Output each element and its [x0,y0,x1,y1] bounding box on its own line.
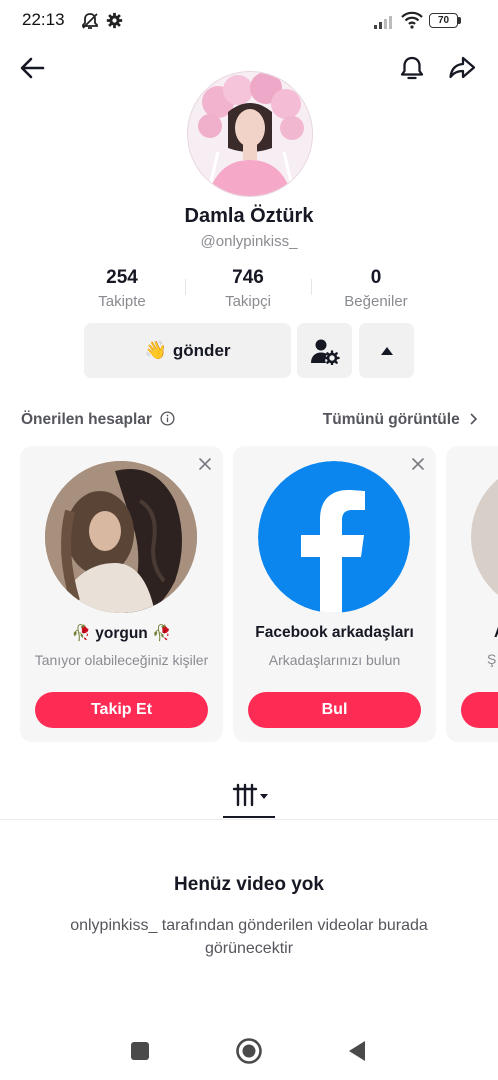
back-button[interactable] [14,50,50,86]
back-arrow-icon [20,57,45,79]
tab-divider [0,819,498,820]
close-icon[interactable] [197,456,213,472]
signal-icon [374,16,392,29]
back-nav-button[interactable] [342,1036,372,1066]
suggestion-subtitle: Ş [487,651,497,667]
mute-icon [82,13,98,29]
wave-emoji: 👋 [144,340,167,360]
suggestion-name: 🥀 yorgun 🥀 [71,625,172,642]
suggested-accounts-label: Önerilen hesaplar [21,411,152,428]
stat-divider [311,279,312,295]
empty-state-description: onlypinkiss_ tarafından gönderilen video… [70,917,428,957]
stat-following[interactable]: 254 Takipte [67,267,177,310]
send-message-button[interactable]: 👋 gönder [84,323,291,378]
share-icon [449,56,476,79]
send-label: gönder [172,340,231,360]
suggestion-card[interactable]: A Ş [446,446,498,742]
suggestion-card[interactable]: 🥀 yorgun 🥀 Tanıyor olabileceğiniz kişile… [20,446,223,742]
stat-followers[interactable]: 746 Takipçi [193,267,303,310]
suggestion-name: Facebook arkadaşları [255,624,414,641]
status-time: 22:13 [22,10,65,29]
see-all-label: Tümünü görüntüle [322,411,460,428]
avatar-photo [188,72,312,196]
stat-label: Takipte [98,293,146,310]
battery-icon: 70 [429,13,458,28]
recent-apps-button[interactable] [125,1036,155,1066]
stat-value: 746 [232,267,264,288]
battery-tip [458,17,461,24]
profile-avatar[interactable] [187,71,313,197]
stat-likes[interactable]: 0 Beğeniler [321,267,431,310]
expand-suggestions-button[interactable] [359,323,414,378]
stat-divider [185,279,186,295]
stat-value: 254 [106,267,138,288]
avatar-photo [45,461,197,613]
add-friend-button[interactable] [297,323,352,378]
chevron-right-icon [470,413,478,425]
gear-icon [106,12,123,29]
empty-state-title: Henüz video yok [174,874,324,895]
wifi-icon [401,11,423,29]
recent-apps-icon [131,1042,149,1060]
person-settings-icon [310,339,340,365]
suggestion-name: A [494,624,498,642]
back-icon [349,1041,365,1061]
videos-tab[interactable] [223,780,275,810]
status-bar: 22:13 70 [0,0,498,44]
suggestion-avatar[interactable] [471,461,498,613]
find-button[interactable]: Bul [248,692,421,728]
share-button[interactable] [444,50,480,86]
notification-button[interactable] [394,50,430,86]
close-icon[interactable] [410,456,426,472]
suggestion-subtitle: Arkadaşlarınızı bulun [268,652,401,668]
suggestion-card[interactable]: Facebook arkadaşları Arkadaşlarınızı bul… [233,446,436,742]
facebook-icon [258,461,410,613]
stat-label: Takipçi [225,293,271,310]
home-button[interactable] [234,1036,264,1066]
caret-up-icon [380,346,393,355]
info-icon[interactable] [160,411,175,426]
follow-button[interactable]: Takip Et [35,692,208,728]
stat-value: 0 [370,267,382,288]
profile-name: Damla Öztürk [184,205,314,227]
video-grid-icon [232,783,268,807]
see-all-link[interactable]: Tümünü görüntüle [323,411,478,429]
suggested-accounts-title: Önerilen hesaplar [21,411,175,429]
follow-button[interactable] [461,692,498,728]
profile-handle: @onlypinkiss_ [200,233,298,250]
stat-label: Beğeniler [344,293,408,310]
battery-level: 70 [437,15,450,26]
active-tab-indicator [223,816,275,818]
facebook-logo[interactable] [258,461,410,613]
suggestion-avatar[interactable] [45,461,197,613]
suggestion-subtitle: Tanıyor olabileceğiniz kişiler [34,652,209,668]
home-icon [236,1038,262,1064]
bell-icon [400,56,424,80]
